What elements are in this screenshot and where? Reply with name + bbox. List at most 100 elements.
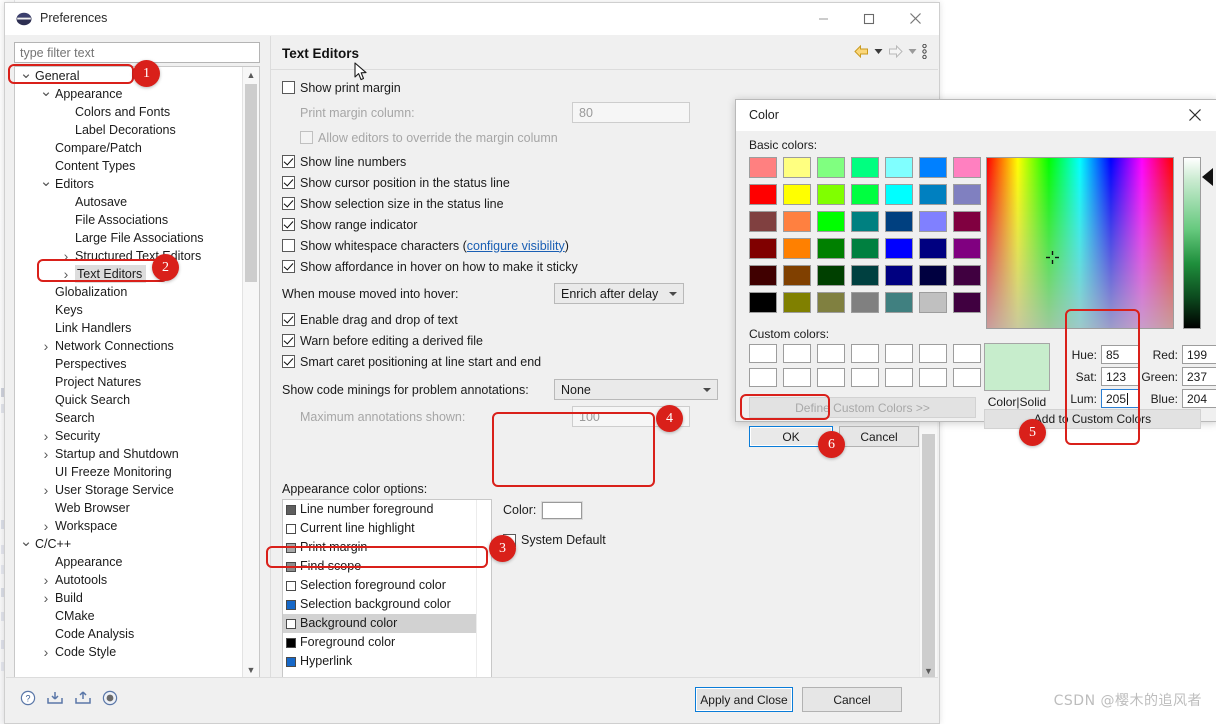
tree-item-cmake[interactable]: CMake xyxy=(15,607,244,625)
basic-color-swatch[interactable] xyxy=(749,292,777,313)
color-option-row[interactable]: Foreground color xyxy=(283,633,491,652)
basic-colors-grid[interactable] xyxy=(749,157,1015,313)
custom-color-slot[interactable] xyxy=(953,368,981,387)
preferences-tree[interactable]: ⌄ General ⌄ Appearance Colors and Fonts Label… xyxy=(14,66,260,679)
tree-scrollbar-thumb[interactable] xyxy=(245,84,257,282)
custom-color-slot[interactable] xyxy=(851,368,879,387)
tree-item-autotools[interactable]: › Autotools xyxy=(15,571,244,589)
chevron-right-icon[interactable]: › xyxy=(39,337,53,355)
system-default-row[interactable]: System Default xyxy=(503,529,663,551)
tree-item-keys[interactable]: Keys xyxy=(15,301,244,319)
luminance-slider-thumb[interactable] xyxy=(1202,168,1213,186)
color-option-row[interactable]: Hyperlink xyxy=(283,652,491,671)
tree-scroll-up-icon[interactable]: ▲ xyxy=(243,67,259,83)
chevron-down-icon[interactable]: ⌄ xyxy=(39,174,53,189)
custom-color-slot[interactable] xyxy=(749,368,777,387)
basic-color-swatch[interactable] xyxy=(817,184,845,205)
basic-color-swatch[interactable] xyxy=(817,292,845,313)
cancel-button[interactable]: Cancel xyxy=(802,687,902,712)
tree-item-web-browser[interactable]: Web Browser xyxy=(15,499,244,517)
import-icon[interactable] xyxy=(46,690,64,709)
tree-item-project-natures[interactable]: Project Natures xyxy=(15,373,244,391)
chevron-right-icon[interactable]: › xyxy=(39,481,53,499)
hue-input[interactable]: 85 xyxy=(1101,345,1139,364)
tree-item-structured-text-editors[interactable]: › Structured Text Editors xyxy=(15,247,244,265)
tree-item-c-c[interactable]: ⌄ C/C++ xyxy=(15,534,244,553)
help-icon[interactable]: ? xyxy=(20,690,36,709)
forward-dropdown-icon[interactable] xyxy=(908,48,917,55)
apply-and-close-button[interactable]: Apply and Close xyxy=(695,687,793,712)
basic-color-swatch[interactable] xyxy=(851,265,879,286)
sat-input[interactable]: 123 xyxy=(1101,367,1139,386)
basic-color-swatch[interactable] xyxy=(783,238,811,259)
forward-arrow-icon[interactable] xyxy=(888,45,903,58)
tree-item-search[interactable]: Search xyxy=(15,409,244,427)
filter-input[interactable] xyxy=(15,43,259,62)
custom-color-slot[interactable] xyxy=(885,368,913,387)
checkbox[interactable] xyxy=(282,260,295,273)
back-arrow-icon[interactable] xyxy=(854,45,869,58)
basic-color-swatch[interactable] xyxy=(783,157,811,178)
custom-colors-grid[interactable] xyxy=(749,344,1015,387)
checkbox[interactable] xyxy=(282,176,295,189)
configure-visibility-link[interactable]: configure visibility xyxy=(467,239,565,253)
checkbox[interactable] xyxy=(282,81,295,94)
tree-item-file-associations[interactable]: File Associations xyxy=(15,211,244,229)
checkbox[interactable] xyxy=(282,313,295,326)
custom-color-slot[interactable] xyxy=(817,368,845,387)
tree-scroll-down-icon[interactable]: ▼ xyxy=(243,662,259,678)
tree-item-user-storage-service[interactable]: › User Storage Service xyxy=(15,481,244,499)
checkbox[interactable] xyxy=(282,218,295,231)
chevron-right-icon[interactable]: › xyxy=(39,517,53,535)
basic-color-swatch[interactable] xyxy=(851,238,879,259)
lum-field[interactable]: Lum: 205 xyxy=(1065,389,1139,408)
checkbox[interactable] xyxy=(282,155,295,168)
color-swatch-button[interactable] xyxy=(541,500,584,520)
tree-item-label-decorations[interactable]: Label Decorations xyxy=(15,121,244,139)
basic-color-swatch[interactable] xyxy=(783,292,811,313)
custom-color-slot[interactable] xyxy=(919,344,947,363)
close-icon[interactable] xyxy=(1173,100,1216,130)
minimize-icon[interactable] xyxy=(800,3,846,34)
basic-color-swatch[interactable] xyxy=(919,238,947,259)
basic-color-swatch[interactable] xyxy=(953,292,981,313)
chevron-right-icon[interactable]: › xyxy=(39,427,53,445)
basic-color-swatch[interactable] xyxy=(953,157,981,178)
tree-item-compare-patch[interactable]: Compare/Patch xyxy=(15,139,244,157)
basic-color-swatch[interactable] xyxy=(953,184,981,205)
custom-color-slot[interactable] xyxy=(919,368,947,387)
tree-item-editors[interactable]: ⌄ Editors xyxy=(15,174,244,193)
back-dropdown-icon[interactable] xyxy=(874,48,883,55)
basic-color-swatch[interactable] xyxy=(749,265,777,286)
custom-color-slot[interactable] xyxy=(749,344,777,363)
export-icon[interactable] xyxy=(74,690,92,709)
color-option-row[interactable]: Selection background color xyxy=(283,595,491,614)
hover-behavior-select[interactable]: Enrich after delay xyxy=(554,283,684,304)
color-option-row[interactable]: Current line highlight xyxy=(283,519,491,538)
blue-input[interactable]: 204 xyxy=(1182,389,1216,408)
define-custom-colors-button[interactable]: Define Custom Colors >> xyxy=(749,397,976,418)
basic-color-swatch[interactable] xyxy=(817,265,845,286)
checkbox[interactable] xyxy=(282,355,295,368)
basic-color-swatch[interactable] xyxy=(749,238,777,259)
basic-color-swatch[interactable] xyxy=(919,157,947,178)
tree-item-large-file-associations[interactable]: Large File Associations xyxy=(15,229,244,247)
hue-field[interactable]: Hue: 85 xyxy=(1065,345,1139,364)
spectrum-crosshair-icon[interactable] xyxy=(1046,251,1059,264)
custom-color-slot[interactable] xyxy=(851,344,879,363)
chevron-right-icon[interactable]: › xyxy=(39,571,53,589)
maximize-icon[interactable] xyxy=(846,3,892,34)
chevron-down-icon[interactable]: ⌄ xyxy=(39,84,53,99)
chevron-right-icon[interactable]: › xyxy=(39,589,53,607)
add-to-custom-colors-button[interactable]: Add to Custom Colors xyxy=(984,409,1201,429)
basic-color-swatch[interactable] xyxy=(885,265,913,286)
color-option-row[interactable]: Print margin xyxy=(283,538,491,557)
color-options-scrollbar[interactable] xyxy=(476,500,491,679)
basic-color-swatch[interactable] xyxy=(885,157,913,178)
basic-color-swatch[interactable] xyxy=(885,292,913,313)
tree-item-build[interactable]: › Build xyxy=(15,589,244,607)
basic-color-swatch[interactable] xyxy=(817,157,845,178)
green-field[interactable]: Green: 237 xyxy=(1140,367,1216,386)
chevron-right-icon[interactable]: › xyxy=(39,445,53,463)
checkbox[interactable] xyxy=(282,239,295,252)
